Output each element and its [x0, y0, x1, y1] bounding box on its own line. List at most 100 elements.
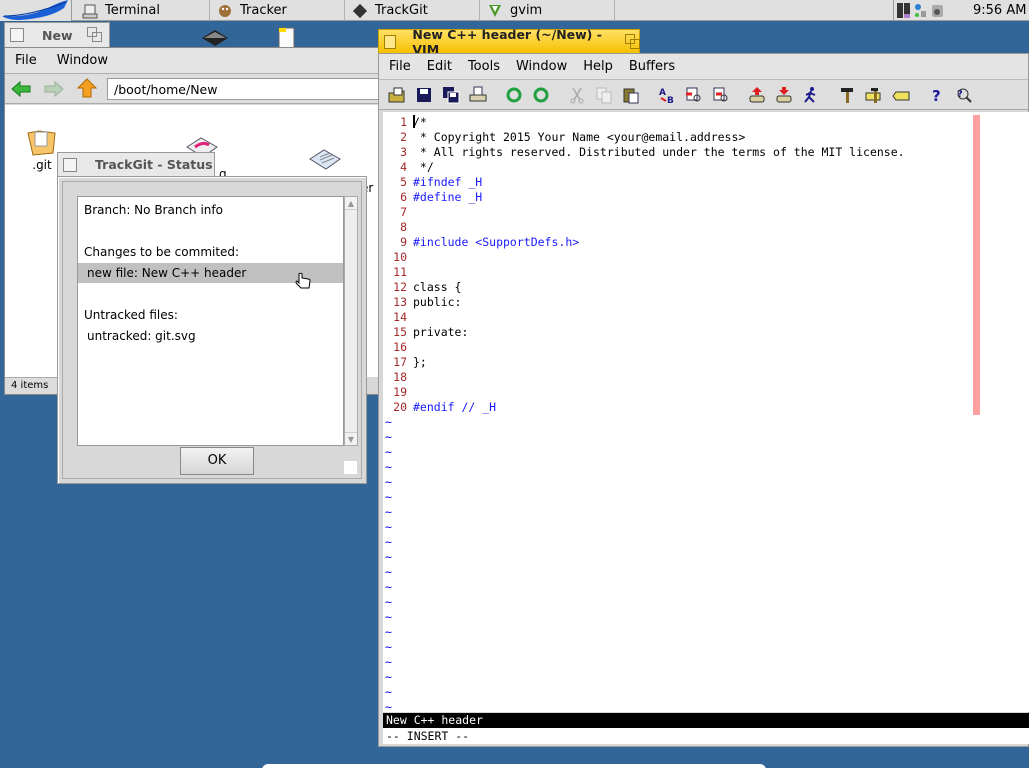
forward-arrow-icon[interactable] — [44, 80, 64, 101]
menu-tools[interactable]: Tools — [460, 59, 508, 74]
close-button[interactable] — [63, 157, 77, 172]
zoom-button[interactable] — [625, 33, 641, 50]
line-number: 7 — [400, 205, 407, 219]
code-line: 10 — [383, 250, 413, 265]
menu-edit[interactable]: Edit — [419, 59, 460, 74]
vim-text-area[interactable]: 1/* 2 * Copyright 2015 Your Name <your@em… — [383, 112, 1029, 714]
line-number: 14 — [393, 310, 407, 324]
clock[interactable]: 9:56 AM — [973, 3, 1026, 18]
empty-line-tilde: ~ — [385, 535, 392, 549]
task-gvim[interactable]: gvim — [481, 0, 615, 21]
build-tags-icon[interactable] — [865, 86, 883, 104]
scroll-down-icon[interactable]: ▼ — [345, 432, 357, 445]
code-text: class { — [413, 280, 462, 294]
run-script-icon[interactable] — [802, 86, 820, 104]
empty-line-tilde: ~ — [385, 670, 392, 684]
line-number: 12 — [393, 280, 407, 294]
task-terminal[interactable]: Terminal — [76, 0, 210, 21]
trackgit-panel: Branch: No Branch info Changes to be com… — [62, 181, 362, 479]
redo-icon[interactable] — [532, 86, 550, 104]
cpu-monitor-icon[interactable] — [897, 3, 910, 18]
code-line: 16 — [383, 340, 413, 355]
zoom-button[interactable] — [86, 27, 103, 43]
find-next-icon[interactable] — [685, 86, 703, 104]
code-line: 9 #include <SupportDefs.h> — [383, 235, 579, 250]
empty-line-tilde: ~ — [385, 640, 392, 654]
empty-line-tilde: ~ — [385, 475, 392, 489]
leaf-menu-button[interactable] — [0, 0, 72, 21]
code-line: 14 — [383, 310, 413, 325]
parent-folder-arrow-icon[interactable] — [76, 78, 98, 101]
print-icon[interactable] — [469, 86, 487, 104]
back-arrow-icon[interactable] — [11, 80, 31, 101]
help-icon[interactable]: ? — [928, 86, 946, 105]
line-number: 11 — [393, 265, 407, 279]
menu-window[interactable]: Window — [47, 53, 118, 68]
copy-icon[interactable] — [595, 86, 613, 104]
line-number: 10 — [393, 250, 407, 264]
line-number: 3 — [400, 145, 407, 159]
code-line: 7 — [383, 205, 413, 220]
menu-buffers[interactable]: Buffers — [621, 59, 683, 74]
status-list[interactable]: Branch: No Branch info Changes to be com… — [77, 196, 344, 446]
menu-help[interactable]: Help — [575, 59, 621, 74]
code-text: * All rights reserved. Distributed under… — [413, 145, 905, 159]
svg-text:?: ? — [932, 87, 941, 104]
undo-icon[interactable] — [505, 86, 523, 104]
open-icon[interactable] — [388, 86, 406, 104]
menu-window[interactable]: Window — [508, 59, 575, 74]
close-button[interactable] — [10, 28, 24, 42]
empty-line-tilde: ~ — [385, 430, 392, 444]
file-item[interactable]: .git — [25, 127, 59, 172]
save-all-icon[interactable] — [442, 86, 460, 104]
color-column — [973, 115, 980, 415]
jump-tag-icon[interactable] — [892, 86, 910, 104]
code-line: 17}; — [383, 355, 427, 370]
task-tracker[interactable]: Tracker — [211, 0, 345, 21]
network-icon[interactable] — [913, 3, 927, 18]
scroll-up-icon[interactable]: ▲ — [345, 197, 357, 210]
window-title: New — [42, 27, 73, 43]
file-label: .git — [32, 158, 52, 172]
file-item[interactable] — [308, 147, 342, 176]
load-session-icon[interactable] — [748, 86, 766, 104]
line-number: 5 — [400, 175, 407, 189]
tracker-menubar: File Window — [5, 48, 379, 74]
find-help-icon[interactable]: ? — [955, 86, 973, 104]
vim-window-tab[interactable]: New C++ header (~/New) - VIM — [378, 27, 641, 57]
deskbar: Terminal Tracker TrackGit gvim 9:56 AM — [0, 0, 1029, 21]
empty-line-tilde: ~ — [385, 550, 392, 564]
close-button[interactable] — [384, 34, 397, 49]
code-line: 3 * All rights reserved. Distributed und… — [383, 145, 905, 160]
paste-icon[interactable] — [622, 86, 640, 104]
code-line: 20 #endif // _H — [383, 400, 496, 415]
make-icon[interactable] — [838, 86, 856, 104]
save-icon[interactable] — [415, 86, 433, 104]
list-item[interactable]: untracked: git.svg — [87, 326, 196, 346]
cut-icon[interactable] — [568, 86, 586, 104]
volume-icon[interactable] — [931, 3, 945, 18]
hand-cursor-icon — [295, 272, 313, 293]
line-number: 13 — [393, 295, 407, 309]
replace-icon[interactable]: AB — [658, 86, 676, 106]
line-number: 4 — [400, 160, 407, 174]
find-prev-icon[interactable] — [712, 86, 730, 104]
trackgit-window-tab[interactable]: TrackGit - Status — [57, 152, 215, 176]
resize-handle[interactable] — [344, 461, 357, 474]
task-trackgit[interactable]: TrackGit — [346, 0, 480, 21]
tracker-window-tab[interactable]: New — [4, 22, 110, 47]
menu-file[interactable]: File — [381, 59, 419, 74]
menu-file[interactable]: File — [5, 53, 47, 68]
code-line: 18 — [383, 370, 413, 385]
desktop-disk-icon[interactable] — [200, 28, 230, 49]
line-number: 15 — [393, 325, 407, 339]
code-line: 15 private: — [383, 325, 468, 340]
ok-button[interactable]: OK — [180, 447, 254, 475]
status-list-scrollbar[interactable]: ▲ ▼ — [344, 196, 358, 446]
code-line: 1 /* — [383, 115, 427, 130]
empty-line-tilde: ~ — [385, 460, 392, 474]
path-input[interactable]: /boot/home/New — [107, 78, 387, 100]
task-label: Tracker — [240, 3, 287, 18]
line-number: 20 — [393, 400, 407, 414]
save-session-icon[interactable] — [775, 86, 793, 104]
